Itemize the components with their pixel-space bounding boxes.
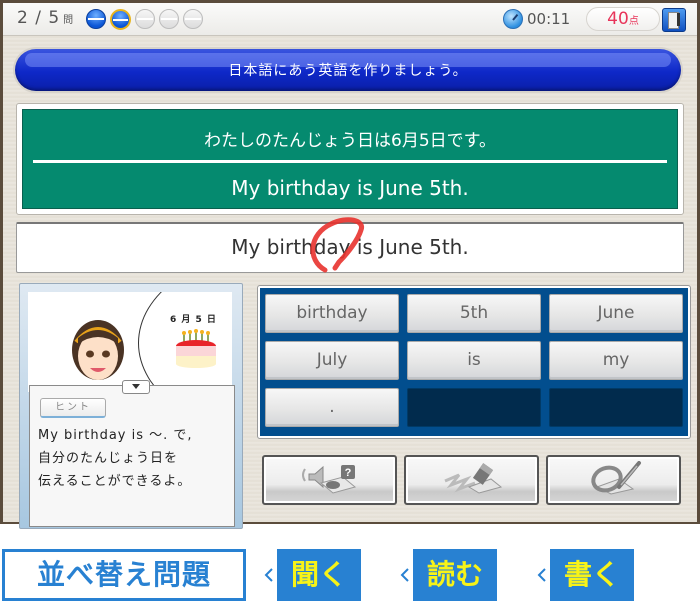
question-unit: 問 xyxy=(63,15,75,26)
eraser-icon xyxy=(444,463,503,494)
score-badge: 40点 xyxy=(586,7,660,31)
hint-button[interactable]: ヒント xyxy=(40,398,106,418)
empty-tile-slot xyxy=(407,388,541,427)
write-mode-button[interactable] xyxy=(546,455,681,505)
status-bar: 2 / 5問 00:11 40点 xyxy=(3,3,697,36)
score-unit: 点 xyxy=(628,16,639,27)
question-english: My birthday is June 5th. xyxy=(231,176,469,200)
progress-dot-pending xyxy=(183,9,203,29)
word-tile[interactable]: . xyxy=(265,388,399,427)
progress-dot-pending xyxy=(159,9,179,29)
question-counter: 2 / 5問 xyxy=(17,8,74,28)
collapse-toggle-button[interactable] xyxy=(122,380,150,394)
question-board: わたしのたんじょう日は6月5日です。 My birthday is June 5… xyxy=(16,103,684,215)
word-tile[interactable]: 5th xyxy=(407,294,541,333)
progress-dot-current xyxy=(110,9,131,30)
chevron-left-icon xyxy=(264,568,273,582)
word-tile[interactable]: June xyxy=(549,294,683,333)
app-frame: 2 / 5問 00:11 40点 日本語にあう英語を作りましょう。 わたしのたん… xyxy=(3,3,697,529)
timer: 00:11 xyxy=(503,9,570,29)
question-divider xyxy=(33,160,667,163)
word-tile[interactable]: July xyxy=(265,341,399,380)
nav-title: 並べ替え問題 xyxy=(2,549,246,601)
question-progress: 2 / 5 xyxy=(17,8,61,28)
hint-panel: 6 月 5 日 ヒント My birthday is ～. で, 自分のたんじょ… xyxy=(19,283,243,529)
nav-step-listen[interactable]: 聞く xyxy=(277,549,361,601)
word-tile-panel: birthday 5th June July is my . xyxy=(258,286,690,438)
nav-step-write[interactable]: 書く xyxy=(550,549,634,601)
exit-door-icon[interactable] xyxy=(662,8,686,32)
speaker-question-icon: ? xyxy=(302,465,357,494)
score-value: 40 xyxy=(607,9,629,29)
instruction-text: 日本語にあう英語を作りましょう。 xyxy=(228,63,468,79)
hint-text: My birthday is ～. で, 自分のたんじょう日を 伝えることができ… xyxy=(38,428,193,489)
correct-circle-icon xyxy=(310,217,364,273)
erase-mode-button[interactable] xyxy=(404,455,539,505)
clock-icon xyxy=(503,9,523,29)
chevron-left-icon xyxy=(400,568,409,582)
word-tile[interactable]: is xyxy=(407,341,541,380)
empty-tile-slot xyxy=(549,388,683,427)
birthday-cake-icon xyxy=(176,329,216,368)
progress-dot-pending xyxy=(135,9,155,29)
svg-text:?: ? xyxy=(345,467,352,479)
app-window: 2 / 5問 00:11 40点 日本語にあう英語を作りましょう。 わたしのたん… xyxy=(0,0,700,529)
timer-text: 00:11 xyxy=(527,10,571,28)
hint-scene: 6 月 5 日 xyxy=(28,292,232,392)
word-tile[interactable]: birthday xyxy=(265,294,399,333)
word-tile[interactable]: my xyxy=(549,341,683,380)
nav-step-read[interactable]: 読む xyxy=(413,549,497,601)
listen-mode-button[interactable]: ? xyxy=(262,455,397,505)
question-board-inner: わたしのたんじょう日は6月5日です。 My birthday is June 5… xyxy=(22,109,678,209)
question-japanese: わたしのたんじょう日は6月5日です。 xyxy=(204,131,496,151)
hint-box: ヒント My birthday is ～. で, 自分のたんじょう日を 伝えるこ… xyxy=(29,380,235,527)
pen-check-icon xyxy=(591,461,641,495)
instruction-banner: 日本語にあう英語を作りましょう。 xyxy=(15,49,681,91)
progress-dots xyxy=(86,9,203,30)
girl-avatar-icon xyxy=(72,320,124,380)
progress-dot-done xyxy=(86,9,106,29)
chevron-left-icon xyxy=(537,568,546,582)
cake-date: 6 月 5 日 xyxy=(170,315,217,325)
